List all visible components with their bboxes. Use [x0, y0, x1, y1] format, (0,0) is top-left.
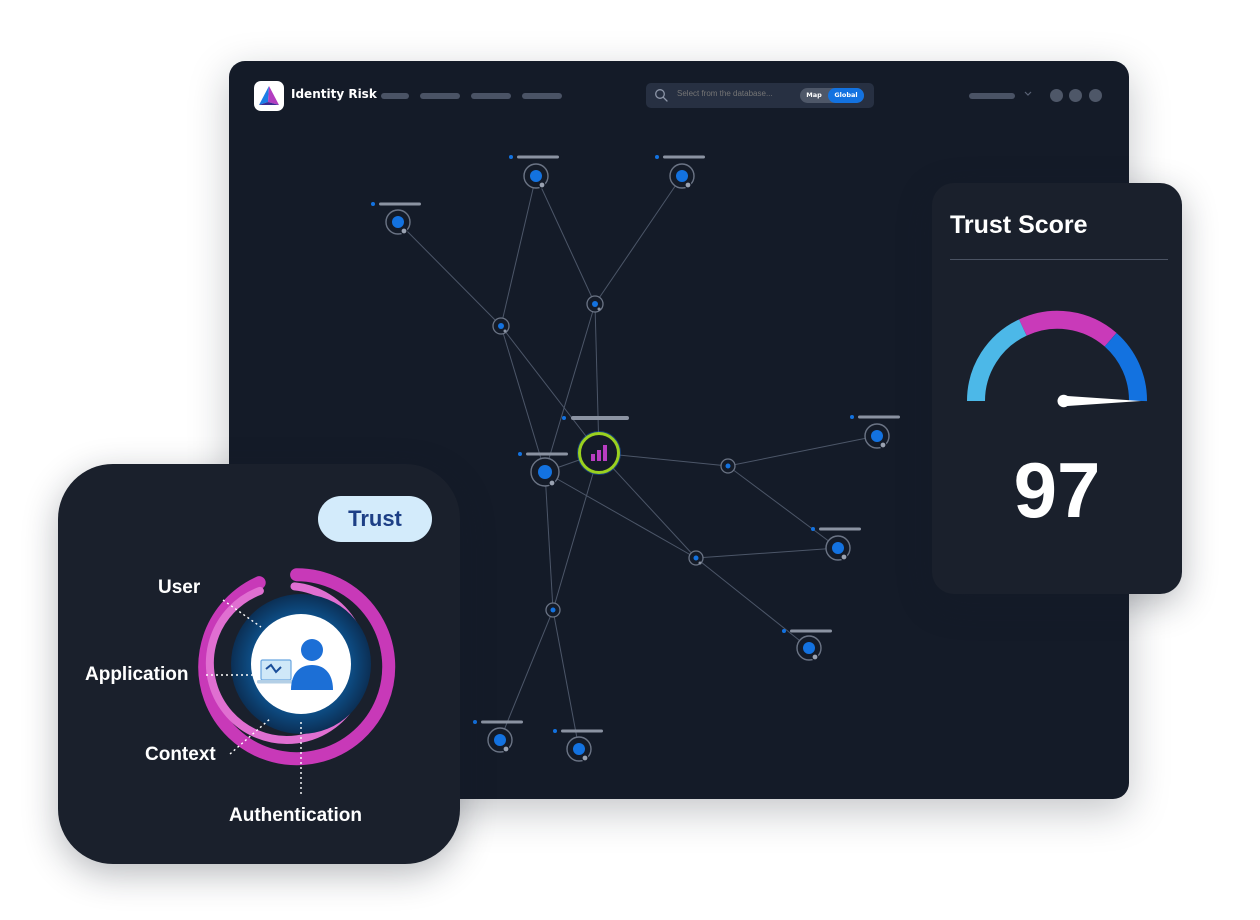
factor-user-label: User	[158, 577, 201, 598]
junction-node[interactable]	[545, 602, 561, 618]
entity-node[interactable]	[811, 527, 861, 561]
junction-node[interactable]	[688, 550, 704, 566]
junction-node[interactable]	[492, 317, 510, 335]
factor-authentication-label: Authentication	[229, 805, 362, 826]
factor-application-label: Application	[85, 664, 189, 685]
entity-node[interactable]	[850, 415, 900, 449]
graph-edges	[397, 175, 878, 750]
junction-node[interactable]	[720, 458, 736, 474]
entity-node[interactable]	[473, 720, 523, 753]
divider	[950, 259, 1168, 260]
trust-score-value: 97	[1013, 446, 1101, 534]
entity-node[interactable]	[782, 629, 832, 661]
junction-node[interactable]	[586, 295, 604, 313]
trust-score-title: Trust Score	[950, 211, 1088, 239]
hub-node[interactable]	[562, 416, 629, 475]
entity-node[interactable]	[509, 155, 559, 189]
entity-node[interactable]	[553, 729, 603, 762]
trust-factors-card: Trust User Application Context Authentic…	[58, 464, 460, 864]
factor-context-label: Context	[145, 744, 216, 765]
entity-node[interactable]	[371, 202, 421, 235]
laptop-icon	[257, 659, 295, 684]
trust-score-gauge	[967, 310, 1148, 408]
trust-score-card: Trust Score 97	[932, 183, 1182, 594]
entity-node[interactable]	[655, 155, 705, 189]
